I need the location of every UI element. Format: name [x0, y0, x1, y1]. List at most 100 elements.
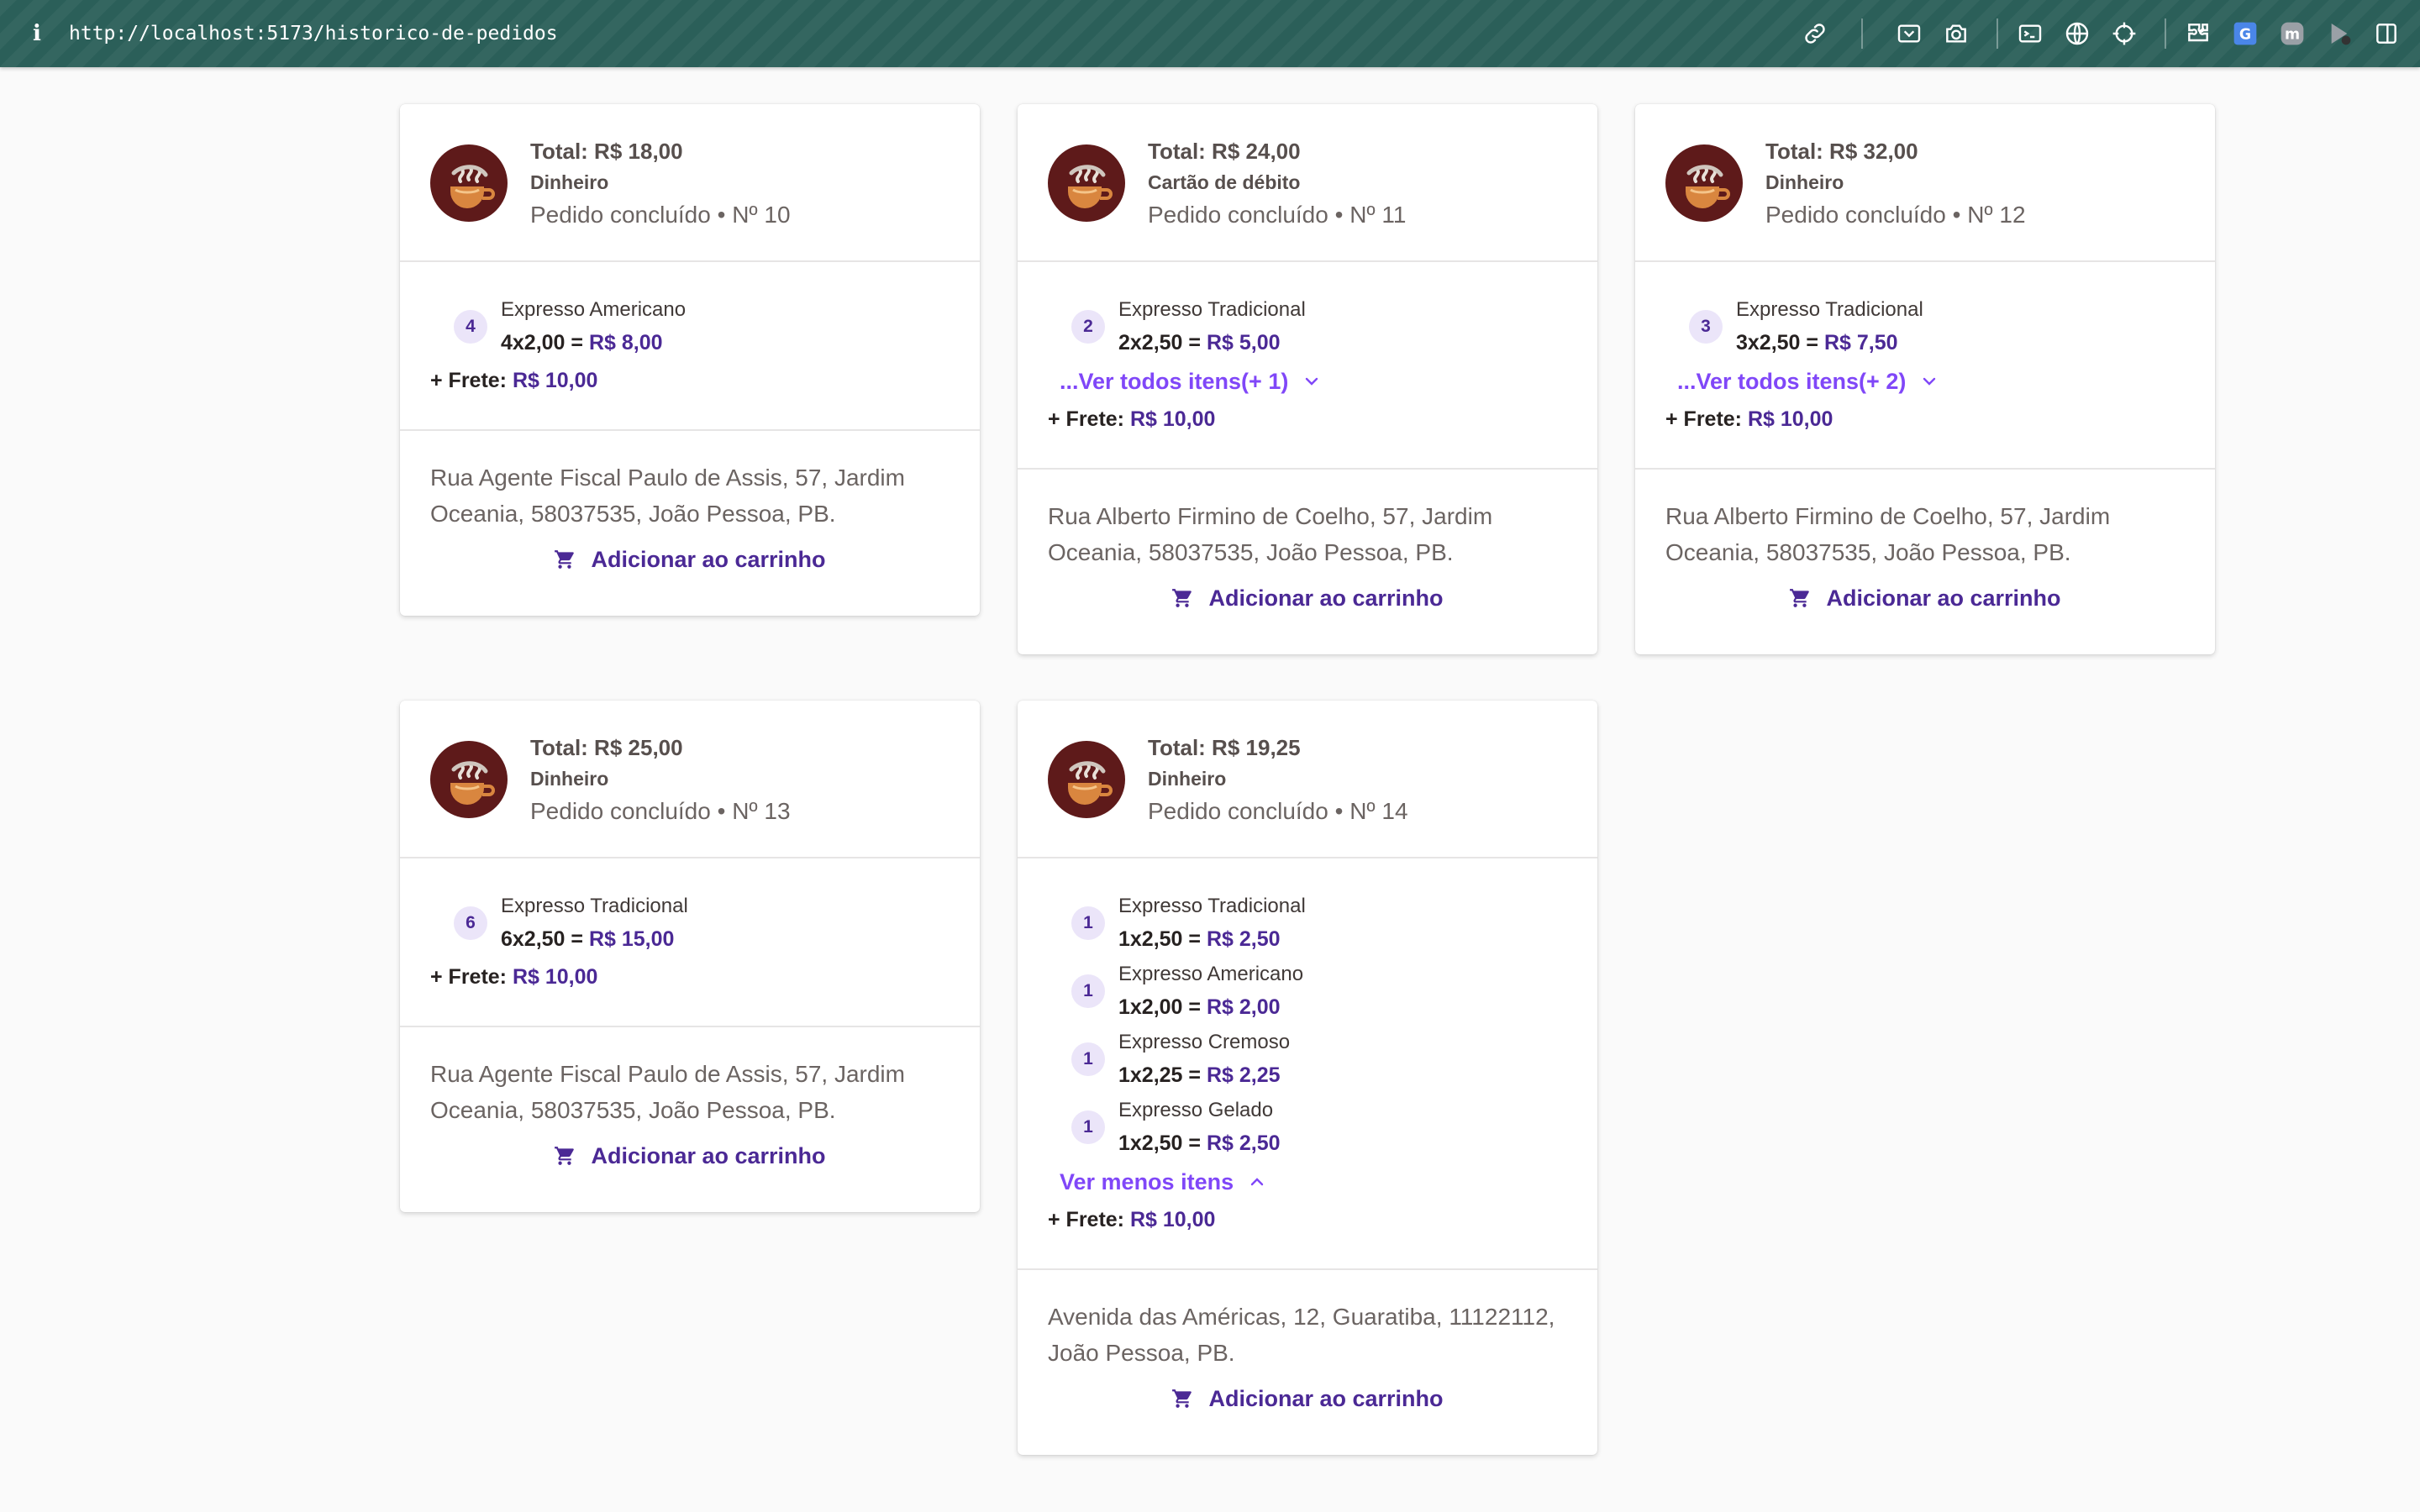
screenshot-area-icon[interactable] [1894, 18, 1924, 49]
shipping-fee: + Frete: R$ 10,00 [430, 362, 950, 399]
shipping-label: + Frete: [430, 965, 513, 989]
item-calculation: 1x2,00 = R$ 2,00 [1118, 990, 1567, 1024]
m-extension-icon[interactable]: m [2277, 18, 2307, 49]
order-card: Total: R$ 32,00 Dinheiro Pedido concluíd… [1635, 104, 2215, 654]
site-info-icon[interactable]: i [29, 18, 45, 49]
item-name: Expresso Tradicional [1736, 298, 1923, 321]
cart-icon [1171, 1388, 1193, 1410]
order-header: Total: R$ 19,25 Dinheiro Pedido concluíd… [1018, 701, 1597, 858]
item-quantity-price: 1x2,50 = [1118, 927, 1207, 951]
extensions-icon[interactable] [2183, 18, 2213, 49]
shipping-fee: + Frete: R$ 10,00 [430, 958, 950, 995]
order-status: Pedido concluído • Nº 11 [1148, 202, 1407, 228]
shipping-fee: + Frete: R$ 10,00 [1048, 401, 1567, 438]
order-total: Total: R$ 32,00 [1765, 139, 1918, 164]
item-name: Expresso Tradicional [1118, 298, 1306, 321]
terminal-icon[interactable] [2015, 18, 2045, 49]
coffee-cup-icon [430, 144, 508, 222]
order-status: Pedido concluído • Nº 10 [530, 202, 791, 228]
item-name: Expresso Americano [501, 298, 687, 321]
cart-icon [1789, 587, 1811, 609]
item-calculation: 2x2,50 = R$ 5,00 [1118, 326, 1567, 360]
delivery-address: Rua Agente Fiscal Paulo de Assis, 57, Ja… [430, 1061, 905, 1123]
shipping-label: + Frete: [1048, 407, 1130, 431]
shipping-fee: + Frete: R$ 10,00 [1665, 401, 2185, 438]
quantity-badge: 4 [454, 310, 487, 344]
item-calculation: 6x2,50 = R$ 15,00 [501, 922, 950, 956]
item-calculation: 4x2,00 = R$ 8,00 [501, 326, 950, 360]
item-name: Expresso Tradicional [1118, 895, 1306, 917]
add-to-cart-button[interactable]: Adicionar ao carrinho [1665, 577, 2185, 619]
shipping-value: R$ 10,00 [512, 965, 598, 989]
show-less-items-button[interactable]: Ver menos itens [1048, 1163, 1567, 1201]
crosshair-icon[interactable] [2109, 18, 2139, 49]
order-item: 1 Expresso Tradicional 1x2,50 = R$ 2,50 [1048, 890, 1567, 958]
order-total: Total: R$ 24,00 [1148, 139, 1301, 164]
show-all-items-button[interactable]: ...Ver todos itens(+ 1) [1048, 362, 1567, 401]
add-to-cart-label: Adicionar ao carrinho [1208, 585, 1444, 611]
item-subtotal: R$ 2,00 [1206, 995, 1281, 1019]
item-calculation: 1x2,50 = R$ 2,50 [1118, 922, 1567, 956]
order-items: 6 Expresso Tradicional 6x2,50 = R$ 15,00… [400, 858, 980, 1027]
item-quantity-price: 1x2,00 = [1118, 995, 1207, 1019]
camera-icon[interactable] [1941, 18, 1971, 49]
payment-method: Dinheiro [1148, 768, 1227, 790]
shipping-label: + Frete: [1048, 1208, 1130, 1231]
order-card: Total: R$ 24,00 Cartão de débito Pedido … [1018, 104, 1597, 654]
show-all-items-button[interactable]: ...Ver todos itens(+ 2) [1665, 362, 2185, 401]
shipping-fee: + Frete: R$ 10,00 [1048, 1201, 1567, 1238]
shipping-label: + Frete: [430, 369, 513, 392]
globe-icon[interactable] [2062, 18, 2092, 49]
shipping-value: R$ 10,00 [512, 369, 598, 392]
address-bar[interactable]: http://localhost:5173/historico-de-pedid… [69, 20, 558, 47]
quantity-badge: 1 [1071, 1042, 1105, 1076]
svg-text:m: m [2285, 27, 2300, 44]
order-card: Total: R$ 25,00 Dinheiro Pedido concluíd… [400, 701, 980, 1212]
add-to-cart-button[interactable]: Adicionar ao carrinho [430, 538, 950, 580]
order-status: Pedido concluído • Nº 14 [1148, 798, 1408, 824]
order-total: Total: R$ 18,00 [530, 139, 683, 164]
coffee-cup-icon [1048, 741, 1125, 818]
order-total: Total: R$ 19,25 [1148, 735, 1301, 760]
order-footer: Avenida das Américas, 12, Guaratiba, 111… [1018, 1270, 1597, 1455]
order-items: 1 Expresso Tradicional 1x2,50 = R$ 2,50 … [1018, 858, 1597, 1270]
delivery-address: Rua Agente Fiscal Paulo de Assis, 57, Ja… [430, 465, 905, 527]
translate-icon[interactable]: G [2230, 18, 2260, 49]
toolbar-divider [2165, 18, 2166, 49]
item-subtotal: R$ 2,50 [1206, 1131, 1281, 1155]
payment-method: Cartão de débito [1148, 171, 1301, 193]
shipping-value: R$ 10,00 [1747, 407, 1833, 431]
delivery-address: Rua Alberto Firmino de Coelho, 57, Jardi… [1665, 503, 2111, 565]
item-subtotal: R$ 2,25 [1206, 1063, 1281, 1087]
chevron-down-icon [1919, 371, 1939, 391]
quantity-badge: 2 [1071, 310, 1105, 344]
add-to-cart-button[interactable]: Adicionar ao carrinho [430, 1135, 950, 1177]
item-subtotal: R$ 15,00 [588, 927, 675, 951]
order-status: Pedido concluído • Nº 13 [530, 798, 791, 824]
order-item: 1 Expresso Cremoso 1x2,25 = R$ 2,25 [1048, 1026, 1567, 1095]
coffee-cup-icon [1665, 144, 1743, 222]
add-to-cart-button[interactable]: Adicionar ao carrinho [1048, 1378, 1567, 1420]
item-quantity-price: 1x2,25 = [1118, 1063, 1207, 1087]
media-extension-icon[interactable] [2324, 18, 2354, 49]
order-footer: Rua Agente Fiscal Paulo de Assis, 57, Ja… [400, 1027, 980, 1212]
payment-method: Dinheiro [530, 171, 609, 193]
sidebar-icon[interactable] [2371, 18, 2402, 49]
add-to-cart-button[interactable]: Adicionar ao carrinho [1048, 577, 1567, 619]
toolbar-divider [1996, 18, 1998, 49]
chevron-down-icon [1302, 371, 1322, 391]
shipping-label: + Frete: [1665, 407, 1748, 431]
toggle-label: ...Ver todos itens(+ 2) [1677, 369, 1907, 394]
toggle-label: ...Ver todos itens(+ 1) [1060, 369, 1289, 394]
order-item: 1 Expresso Gelado 1x2,50 = R$ 2,50 [1048, 1095, 1567, 1163]
add-to-cart-label: Adicionar ao carrinho [1826, 585, 2061, 611]
quantity-badge: 1 [1071, 974, 1105, 1008]
order-header: Total: R$ 24,00 Cartão de débito Pedido … [1018, 104, 1597, 262]
item-quantity-price: 3x2,50 = [1736, 331, 1824, 354]
link-icon[interactable] [1800, 18, 1830, 49]
item-name: Expresso Gelado [1118, 1099, 1274, 1121]
shipping-value: R$ 10,00 [1129, 407, 1216, 431]
order-header: Total: R$ 25,00 Dinheiro Pedido concluíd… [400, 701, 980, 858]
add-to-cart-label: Adicionar ao carrinho [591, 546, 826, 572]
payment-method: Dinheiro [530, 768, 609, 790]
